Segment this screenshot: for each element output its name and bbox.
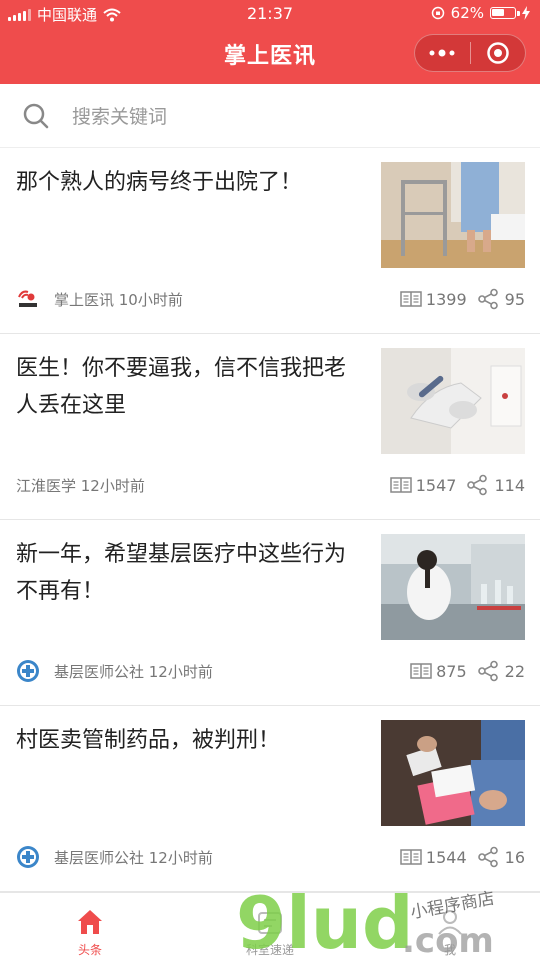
share-icon [467,474,488,496]
orientation-lock-icon [431,6,444,20]
share-button[interactable]: 95 [477,288,525,310]
view-count-value: 1544 [425,847,467,867]
book-icon [400,849,422,865]
app-header: 中国联通 21:37 62% 掌上医讯 [0,0,540,84]
article-thumbnail [381,162,525,268]
article-stats: 1544 16 [400,843,525,871]
battery-percent: 62% [450,4,484,22]
article-title: 新一年，希望基层医疗中这些行为不再有！ [16,542,347,604]
share-icon [477,288,498,310]
tab-label: 科室速递 [245,943,294,957]
status-bar: 中国联通 21:37 62% [0,0,540,28]
tab-label: 头条 [77,943,102,957]
share-count-value: 95 [504,289,525,309]
tab-me[interactable]: 我 [360,893,540,960]
more-button[interactable] [415,35,470,71]
article-title: 村医卖管制药品，被判刑！ [16,728,281,753]
article-title: 那个熟人的病号终于出院了！ [16,170,303,195]
department-icon [258,912,282,934]
book-icon [400,291,422,307]
article-thumbnail [381,720,525,826]
view-count: 875 [410,662,467,681]
source-logo-icon [17,660,39,682]
source-logo-icon [16,287,40,311]
search-bar[interactable]: 搜索关键词 [0,84,540,148]
article-meta: 掌上医讯 10小时前 [16,285,183,313]
search-placeholder: 搜索关键词 [72,106,168,128]
article-stats: 1399 95 [400,285,525,313]
tab-department-express[interactable]: 科室速递 [180,893,360,960]
share-count-value: 114 [494,475,525,495]
tab-headlines[interactable]: 头条 [0,893,180,960]
article-thumbnail [381,348,525,454]
view-count: 1544 [400,848,467,867]
view-count-value: 1399 [425,289,467,309]
share-icon [477,846,498,868]
article-stats: 875 22 [410,657,525,685]
battery-icon [490,7,520,19]
bottom-tab-bar: 头条 科室速递 我 [0,892,540,960]
status-right: 62% [431,4,530,22]
share-count-value: 22 [504,661,525,681]
article-source: 掌上医讯 10小时前 [54,290,183,309]
article-title: 医生！你不要逼我，信不信我把老人丢在这里 [16,356,347,418]
view-count-value: 875 [436,661,467,681]
article-meta: 基层医师公社 12小时前 [16,657,213,685]
target-close-icon [487,42,509,64]
miniprogram-capsule [414,34,526,72]
article-source: 江淮医学 12小时前 [16,476,145,495]
view-count: 1399 [400,290,467,309]
article-card[interactable]: 村医卖管制药品，被判刑！ 基层医师公社 12小时前 1544 16 [0,706,540,892]
view-count: 1547 [389,475,457,495]
profile-icon [438,910,462,935]
book-icon [410,663,432,679]
article-source: 基层医师公社 12小时前 [54,662,213,681]
share-button[interactable]: 22 [477,660,525,682]
share-button[interactable]: 16 [477,846,525,868]
book-icon [389,477,412,493]
share-button[interactable]: 114 [466,474,525,496]
article-thumbnail [381,534,525,640]
source-logo-icon [17,846,39,868]
tab-label: 我 [443,943,456,957]
article-source: 基层医师公社 12小时前 [54,848,213,867]
more-dots-icon [429,49,455,57]
article-feed: 那个熟人的病号终于出院了！ 掌上医讯 10小时前 1399 95 医生！你不要逼… [0,148,540,892]
article-card[interactable]: 医生！你不要逼我，信不信我把老人丢在这里 江淮医学 12小时前 1547 114 [0,334,540,520]
close-miniprogram-button[interactable] [471,35,526,71]
article-stats: 1547 114 [389,471,525,499]
view-count-value: 1547 [415,475,457,495]
charging-bolt-icon [522,6,530,20]
share-count-value: 16 [504,847,525,867]
article-card[interactable]: 新一年，希望基层医疗中这些行为不再有！ 基层医师公社 12小时前 875 22 [0,520,540,706]
share-icon [477,660,498,682]
article-meta: 基层医师公社 12小时前 [16,843,213,871]
article-meta: 江淮医学 12小时前 [16,471,145,499]
search-icon [23,103,49,128]
article-card[interactable]: 那个熟人的病号终于出院了！ 掌上医讯 10小时前 1399 95 [0,148,540,334]
home-icon [78,910,102,934]
